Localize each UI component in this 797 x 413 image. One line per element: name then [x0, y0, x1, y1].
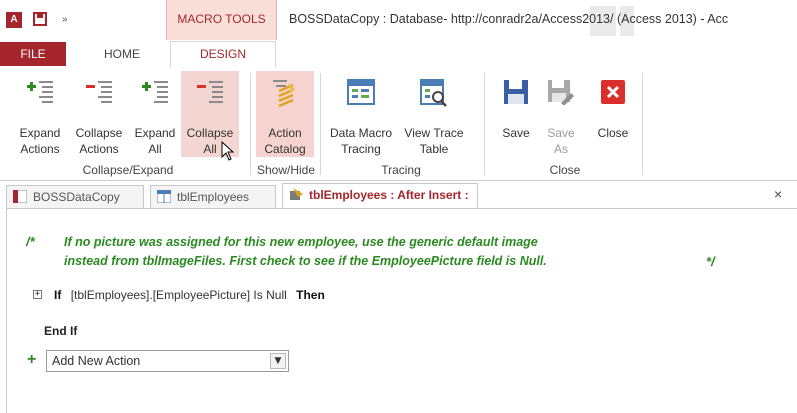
close-document-icon[interactable]: × — [774, 186, 782, 202]
close-macro-button[interactable]: Close — [593, 71, 633, 157]
doctab-label: tblEmployees — [177, 190, 250, 204]
if-condition[interactable]: [tblEmployees].[EmployeePicture] Is Null — [71, 288, 287, 302]
save-large-icon — [504, 80, 528, 104]
expand-actions-label-1: Expand — [19, 126, 61, 140]
comment-open-marker: /* — [26, 234, 35, 249]
comment-line-1[interactable]: If no picture was assigned for this new … — [64, 235, 538, 249]
save-icon[interactable] — [33, 12, 47, 26]
contextual-tab-group-label: MACRO TOOLS — [177, 12, 266, 26]
collapse-actions-label-2: Actions — [79, 142, 119, 156]
doctab-label: BOSSDataCopy — [33, 190, 120, 204]
save-label-1: Save — [502, 126, 530, 140]
view-trace-table-button[interactable]: View Trace Table — [397, 71, 471, 157]
tab-file[interactable]: FILE — [0, 42, 66, 66]
expand-block-icon[interactable]: + — [33, 290, 42, 299]
action-catalog-label-1: Action — [268, 126, 302, 140]
expand-actions-icon — [27, 81, 53, 103]
action-catalog-button[interactable]: Action Catalog — [256, 71, 314, 157]
doctab-bossdatacopy[interactable]: BOSSDataCopy — [6, 185, 144, 209]
title-bar: A » MACRO TOOLS BOSSDataCopy : Database-… — [0, 0, 797, 42]
save-as-icon — [548, 80, 574, 105]
comment-line-2[interactable]: instead from tblImageFiles. First check … — [64, 254, 547, 268]
view-trace-table-icon — [420, 79, 447, 107]
access-app-icon[interactable]: A — [6, 12, 22, 28]
data-macro-tracing-button[interactable]: Data Macro Tracing — [327, 71, 395, 157]
data-macro-icon — [290, 188, 303, 200]
end-if-keyword: End If — [44, 324, 78, 338]
expand-all-button[interactable]: Expand All — [131, 71, 179, 157]
tab-design[interactable]: DESIGN — [170, 41, 276, 68]
expand-actions-label-2: Actions — [20, 142, 60, 156]
expand-all-label-2: All — [148, 142, 162, 156]
add-action-plus-icon: + — [27, 351, 37, 368]
then-keyword: Then — [296, 288, 325, 302]
window-title: BOSSDataCopy : Database- http://conradr2… — [289, 12, 729, 26]
collapse-all-label-2: All — [203, 142, 217, 156]
doctab-label: tblEmployees : After Insert : — [309, 188, 469, 202]
contextual-tab-group: MACRO TOOLS — [166, 0, 277, 40]
doctab-after-insert[interactable]: tblEmployees : After Insert : — [282, 183, 478, 209]
collapse-actions-label-1: Collapse — [75, 126, 123, 140]
data-macro-tracing-label-2: Tracing — [341, 142, 381, 156]
add-new-action-dropdown[interactable]: Add New Action ▼ — [46, 350, 289, 372]
collapse-all-button[interactable]: Collapse All — [181, 71, 239, 161]
save-as-label-1: Save — [547, 126, 575, 140]
expand-all-label-1: Expand — [134, 126, 176, 140]
close-label-1: Close — [597, 126, 629, 140]
action-catalog-icon — [273, 80, 295, 108]
if-keyword: If — [54, 288, 62, 302]
save-macro-button[interactable]: Save — [496, 71, 536, 157]
data-macro-tracing-label-1: Data Macro — [329, 126, 393, 140]
qat-customize-icon[interactable]: » — [62, 14, 68, 25]
group-label-tracing: Tracing — [381, 163, 421, 177]
save-as-label-2: As — [553, 142, 568, 156]
document-tab-strip: BOSSDataCopy tblEmployees tblEmployees :… — [6, 182, 797, 209]
if-block-header[interactable]: If [tblEmployees].[EmployeePicture] Is N… — [54, 288, 325, 302]
ribbon: Expand Actions Collapse Actions Expand All … — [0, 67, 797, 181]
group-separator — [250, 73, 251, 175]
mouse-cursor-icon — [221, 141, 235, 161]
group-separator — [320, 73, 321, 175]
data-macro-tracing-icon — [347, 79, 375, 105]
comment-close-marker: */ — [706, 254, 715, 269]
chevron-down-icon[interactable]: ▼ — [270, 353, 286, 369]
table-icon — [157, 190, 171, 203]
group-label-collapse-expand: Collapse/Expand — [82, 163, 174, 177]
database-icon — [13, 190, 27, 203]
collapse-actions-button[interactable]: Collapse Actions — [70, 71, 128, 157]
group-separator — [642, 73, 643, 175]
collapse-all-icon — [197, 81, 223, 103]
collapse-actions-icon — [86, 81, 112, 103]
close-red-icon — [601, 80, 625, 104]
view-trace-table-label-1: View Trace — [404, 126, 464, 140]
doctab-tblemployees[interactable]: tblEmployees — [150, 185, 276, 209]
view-trace-table-label-2: Table — [419, 142, 449, 156]
expand-actions-button[interactable]: Expand Actions — [16, 71, 64, 157]
group-label-close: Close — [549, 163, 581, 177]
collapse-all-label-1: Collapse — [186, 126, 234, 140]
save-as-button[interactable]: Save As — [541, 71, 581, 157]
expand-all-icon — [142, 81, 168, 103]
ribbon-tab-row: FILE HOME DESIGN — [0, 41, 797, 68]
add-new-action-value: Add New Action — [52, 354, 141, 368]
action-catalog-label-2: Catalog — [264, 142, 306, 156]
group-separator — [484, 73, 485, 175]
tab-home[interactable]: HOME — [87, 42, 157, 66]
group-label-show-hide: Show/Hide — [256, 163, 316, 177]
